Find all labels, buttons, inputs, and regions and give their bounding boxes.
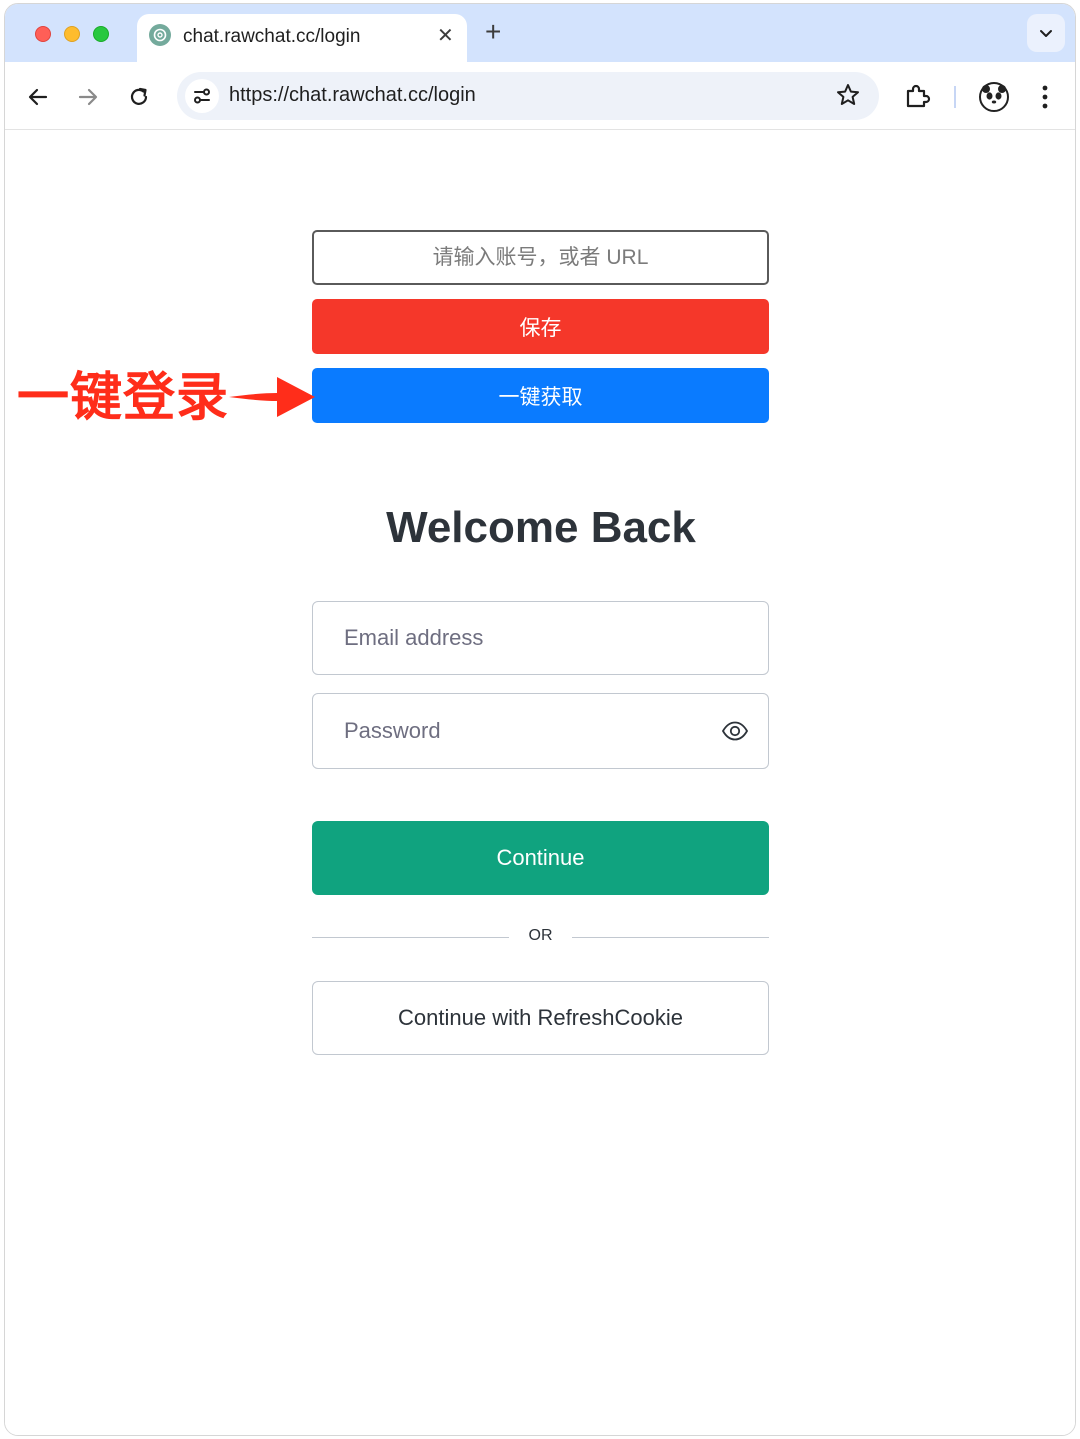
address-bar[interactable]: https://chat.rawchat.cc/login	[177, 72, 879, 120]
back-arrow-icon[interactable]	[25, 84, 51, 110]
minimize-window-button[interactable]	[64, 26, 80, 42]
more-icon[interactable]	[1041, 84, 1049, 115]
refresh-cookie-button[interactable]: Continue with RefreshCookie	[312, 981, 769, 1055]
toolbar-separator	[954, 86, 956, 108]
url-text[interactable]: https://chat.rawchat.cc/login	[229, 84, 476, 107]
openai-favicon	[149, 24, 171, 46]
save-button[interactable]: 保存	[312, 299, 769, 354]
password-field[interactable]	[312, 693, 769, 769]
new-tab-button[interactable]: +	[485, 18, 501, 46]
reload-icon[interactable]	[126, 84, 152, 110]
eye-icon[interactable]	[721, 719, 749, 748]
annotation-arrow-icon	[229, 377, 315, 417]
or-divider: OR	[312, 927, 769, 947]
chevron-down-icon	[1040, 30, 1052, 37]
page-title: Welcome Back	[386, 503, 696, 552]
extensions-icon[interactable]	[903, 82, 931, 115]
annotation-label: 一键登录	[17, 368, 230, 428]
forward-arrow-icon[interactable]	[75, 84, 101, 110]
account-url-input[interactable]	[312, 230, 769, 285]
maximize-window-button[interactable]	[93, 26, 109, 42]
one-click-fetch-button[interactable]: 一键获取	[312, 368, 769, 423]
tab-strip: chat.rawchat.cc/login ✕ +	[5, 4, 1075, 62]
active-tab[interactable]: chat.rawchat.cc/login ✕	[137, 14, 467, 62]
continue-button[interactable]: Continue	[312, 821, 769, 895]
close-window-button[interactable]	[35, 26, 51, 42]
page-content: 保存 一键获取 一键登录 Welcome Back Continue OR Co…	[5, 131, 1075, 1435]
divider-line	[572, 937, 769, 938]
or-text: OR	[528, 927, 553, 944]
browser-window: chat.rawchat.cc/login ✕ + https://chat.r…	[4, 3, 1076, 1436]
tab-search-button[interactable]	[1027, 14, 1065, 52]
avatar-icon[interactable]	[979, 82, 1009, 112]
tab-close-icon[interactable]: ✕	[437, 23, 454, 48]
browser-toolbar: https://chat.rawchat.cc/login	[5, 62, 1075, 130]
site-info-icon[interactable]	[185, 79, 219, 113]
tab-title: chat.rawchat.cc/login	[183, 26, 361, 47]
star-icon[interactable]	[835, 82, 861, 113]
email-field[interactable]	[312, 601, 769, 675]
